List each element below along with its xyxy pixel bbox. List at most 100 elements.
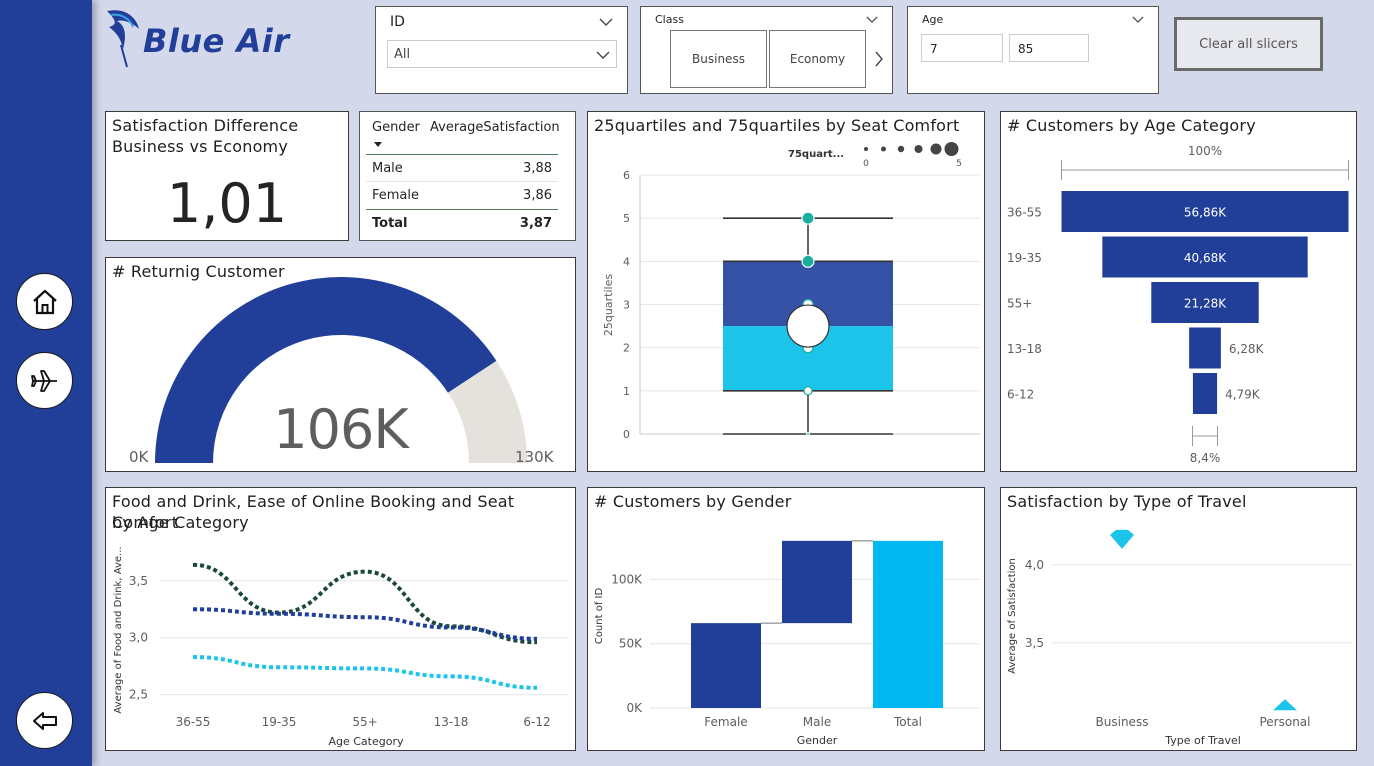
waterfall-bar — [782, 540, 852, 624]
row-avg: 3,88 — [523, 160, 552, 176]
age-min-input[interactable]: 7 — [921, 34, 1003, 62]
legend-size-dot — [881, 146, 886, 152]
funnel-value-label: 56,86K — [1184, 206, 1227, 220]
gender-table-card: Gender AverageSatisfaction Male 3,88 Fem… — [359, 111, 576, 241]
waterfall-bar — [691, 623, 761, 708]
series-line — [192, 655, 538, 690]
x-tick-label: Personal — [1259, 715, 1310, 729]
y-tick-label: 0 — [623, 428, 630, 441]
y-tick-label: 3,5 — [129, 574, 148, 588]
header-avg[interactable]: AverageSatisfaction — [424, 120, 560, 146]
boxplot-chart: 0 1 2 3 4 5 6 25quartiles 75quart... 0 5 — [602, 142, 980, 441]
y-axis-title: Count of ID — [594, 588, 605, 645]
gender-table: Gender AverageSatisfaction Male 3,88 Fem… — [366, 120, 560, 236]
sort-desc-icon — [374, 142, 382, 147]
class-slicer[interactable]: Class Business Economy — [640, 6, 893, 94]
funnel-category: 13-18 — [1007, 342, 1042, 356]
total-label: Total — [372, 215, 408, 231]
y-tick-label: 4 — [623, 255, 630, 268]
data-point — [801, 254, 815, 268]
legend-size-dot — [930, 143, 942, 155]
clear-slicers-button[interactable]: Clear all slicers — [1174, 17, 1323, 71]
legend-size-dot — [944, 142, 959, 156]
age-slicer[interactable]: Age 7 85 — [907, 6, 1159, 94]
waterfall-card: # Customers by Gender 0K 50K 100K Count of … — [587, 487, 985, 751]
table-row: Female 3,86 — [366, 182, 558, 209]
legend-label: 75quart... — [788, 149, 844, 160]
legend-size-dot — [897, 145, 905, 153]
data-point — [805, 431, 811, 437]
data-point-diamond — [1110, 529, 1134, 549]
y-axis-title: Average of Satisfaction — [1007, 558, 1018, 674]
legend-size-dot — [914, 145, 923, 153]
y-tick-label: 2,5 — [129, 688, 148, 702]
home-button[interactable] — [16, 273, 73, 330]
x-tick-label: Female — [704, 715, 747, 729]
chevron-right-icon[interactable] — [874, 50, 884, 68]
x-tick-label: Business — [1096, 715, 1149, 729]
funnel-bottom-label: 8,4% — [1190, 451, 1221, 465]
row-gender: Female — [372, 188, 420, 203]
funnel-value-label: 6,28K — [1229, 342, 1265, 356]
data-point-triangle — [1273, 699, 1297, 711]
y-tick-label: 3 — [623, 299, 630, 312]
funnel-top-label: 100% — [1188, 144, 1222, 158]
back-arrow-icon — [32, 711, 57, 730]
kpi-title-line1: Satisfaction Difference — [112, 116, 299, 135]
legend-size-dot — [864, 147, 868, 151]
funnel-category: 19-35 — [1007, 251, 1042, 265]
id-dropdown[interactable]: All — [387, 40, 617, 68]
row-avg: 3,86 — [523, 188, 552, 203]
gauge-value: 106K — [273, 398, 408, 461]
funnel-category: 6-12 — [1007, 388, 1034, 402]
chevron-down-icon[interactable] — [599, 17, 613, 27]
flights-button[interactable] — [16, 352, 73, 409]
mean-marker — [786, 304, 830, 348]
y-tick-label: 1 — [623, 385, 630, 398]
class-slicer-label: Class — [655, 13, 684, 26]
y-tick-label: 3,5 — [1025, 636, 1044, 650]
chevron-down-icon[interactable] — [866, 15, 878, 24]
series-line — [192, 562, 538, 645]
x-tick-label: Total — [893, 715, 922, 729]
line-chart: 2,5 3,0 3,5 36-55 19-35 55+ 13-18 6-12 Age Categ… — [113, 546, 568, 748]
id-slicer-label: ID — [390, 14, 405, 30]
funnel-card: # Customers by Age Category 100% 36-55 56,… — [1000, 111, 1357, 472]
total-avg: 3,87 — [519, 215, 552, 231]
brand-logo: Blue Air — [103, 5, 343, 75]
age-slicer-label: Age — [922, 13, 944, 26]
kpi-card: Satisfaction Difference Business vs Econ… — [105, 111, 349, 241]
y-tick-label: 4,0 — [1025, 558, 1044, 572]
y-tick-label: 50K — [619, 637, 643, 651]
funnel-category: 36-55 — [1007, 206, 1042, 220]
y-tick-label: 3,0 — [129, 631, 148, 645]
class-option-economy[interactable]: Economy — [769, 30, 866, 88]
class-option-business[interactable]: Business — [670, 30, 767, 88]
line-chart-card: Food and Drink, Ease of Online Booking a… — [105, 487, 576, 751]
x-axis-title: Age Category — [328, 735, 404, 748]
y-tick-label: 100K — [611, 572, 643, 586]
chevron-down-icon[interactable] — [1132, 15, 1144, 24]
y-tick-label: 2 — [623, 342, 630, 355]
gauge-card: # Returnig Customer 106K 0K 130K — [105, 257, 576, 472]
funnel-value-label: 4,79K — [1225, 388, 1261, 402]
funnel-bar — [1192, 373, 1218, 414]
home-icon — [32, 289, 57, 314]
x-tick-label: 36-55 — [176, 715, 211, 729]
chevron-down-icon — [596, 51, 610, 59]
funnel-value-label: 40,68K — [1184, 251, 1227, 265]
legend-max: 5 — [956, 159, 962, 169]
data-point — [803, 386, 813, 396]
age-max-input[interactable]: 85 — [1009, 34, 1089, 62]
y-axis-title: 25quartiles — [602, 274, 615, 336]
back-button[interactable] — [16, 692, 73, 749]
waterfall-chart: 0K 50K 100K Count of ID Gender Female Male Tota… — [594, 540, 980, 747]
x-axis-title: Gender — [797, 734, 838, 747]
kpi-title-line2: Business vs Economy — [112, 137, 289, 156]
funnel-value-label: 21,28K — [1184, 297, 1227, 311]
x-tick-label: 55+ — [352, 715, 377, 729]
scatter-chart: 3,5 4,0 Average of Satisfaction Type of Tra… — [1007, 529, 1353, 747]
id-slicer[interactable]: ID All — [375, 6, 628, 94]
funnel-bar — [1189, 327, 1221, 369]
y-axis-title: Average of Food and Drink, Ave... — [113, 546, 124, 713]
